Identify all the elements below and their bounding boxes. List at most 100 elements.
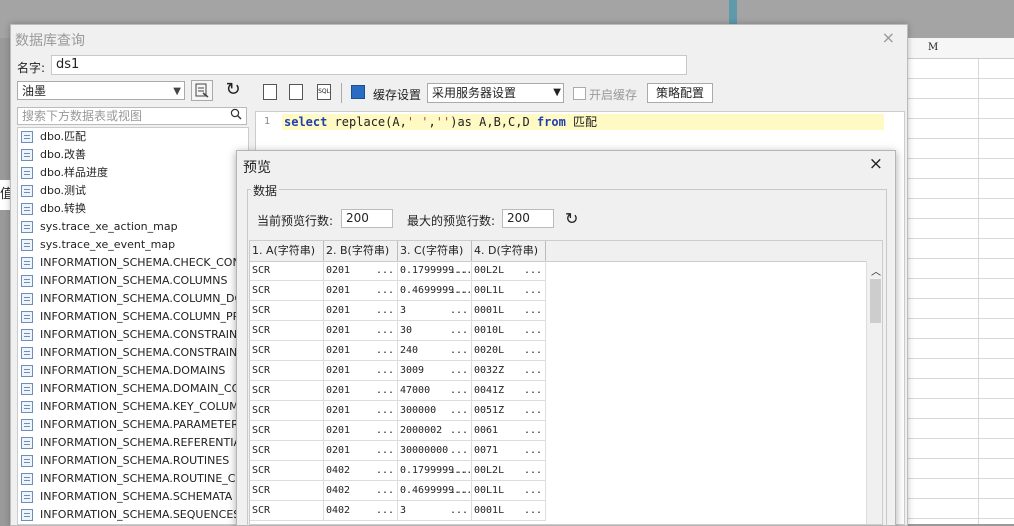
grid-cell[interactable]: 0402... — [324, 461, 398, 481]
grid-cell[interactable]: 0071... — [472, 441, 546, 461]
grid-cell[interactable]: 3... — [398, 501, 472, 521]
table-list-item[interactable]: INFORMATION_SCHEMA.COLUMN_DOMAIN_USAGE — [18, 290, 248, 308]
grid-cell[interactable]: 0201... — [324, 281, 398, 301]
table-search-input[interactable]: 搜索下方数据表或视图 — [17, 107, 247, 125]
table-row[interactable]: SCR 0402... 0.1799999...... 00L2L... — [250, 461, 550, 481]
grid-cell[interactable]: SCR — [250, 501, 324, 521]
grid-cell[interactable]: 00L2L... — [472, 261, 546, 281]
grid-column-header[interactable]: 2. B(字符串) — [324, 241, 398, 261]
table-list-item[interactable]: dbo.测试 — [18, 182, 248, 200]
grid-cell[interactable]: SCR — [250, 301, 324, 321]
grid-cell[interactable]: 0001L... — [472, 501, 546, 521]
table-list-item[interactable]: INFORMATION_SCHEMA.ROUTINE_COLUMNS — [18, 470, 248, 488]
grid-cell[interactable]: 0041Z... — [472, 381, 546, 401]
grid-cell[interactable]: SCR — [250, 261, 324, 281]
table-list-item[interactable]: INFORMATION_SCHEMA.COLUMNS — [18, 272, 248, 290]
table-filter-button[interactable] — [191, 80, 213, 101]
table-list-item[interactable]: sys.trace_xe_event_map — [18, 236, 248, 254]
grid-cell[interactable]: 3009... — [398, 361, 472, 381]
chevron-up-icon[interactable]: ︿ — [871, 263, 881, 278]
grid-cell[interactable]: SCR — [250, 421, 324, 441]
database-select[interactable]: 油墨 ▼ — [17, 81, 185, 100]
table-list-item[interactable]: INFORMATION_SCHEMA.CONSTRAINT_TABLE_USAG… — [18, 344, 248, 362]
grid-cell[interactable]: 0032Z... — [472, 361, 546, 381]
grid-cell[interactable]: 0201... — [324, 441, 398, 461]
table-row[interactable]: SCR 0201... 300000... 0051Z... — [250, 401, 550, 421]
vertical-scrollbar[interactable]: ︿ — [866, 261, 882, 524]
grid-cell[interactable]: 47000... — [398, 381, 472, 401]
table-list-item[interactable]: dbo.匹配 — [18, 128, 248, 146]
close-icon[interactable]: × — [882, 28, 895, 47]
close-icon[interactable]: × — [869, 154, 883, 174]
sql-icon[interactable]: SQL — [317, 84, 331, 100]
table-list-item[interactable]: INFORMATION_SCHEMA.REFERENTIAL_CONSTRAIN… — [18, 434, 248, 452]
grid-cell[interactable]: 2000002... — [398, 421, 472, 441]
grid-cell[interactable]: 0201... — [324, 321, 398, 341]
grid-cell[interactable]: 0201... — [324, 361, 398, 381]
grid-column-header[interactable]: 1. A(字符串) — [250, 241, 324, 261]
grid-cell[interactable]: 0402... — [324, 501, 398, 521]
grid-cell[interactable]: SCR — [250, 401, 324, 421]
current-rows-input[interactable]: 200 — [341, 209, 393, 228]
grid-cell[interactable]: 0.4699999...... — [398, 481, 472, 501]
grid-cell[interactable]: 0402... — [324, 481, 398, 501]
table-list-item[interactable]: dbo.样品进度 — [18, 164, 248, 182]
table-row[interactable]: SCR 0201... 3... 0001L... — [250, 301, 550, 321]
grid-cell[interactable]: SCR — [250, 461, 324, 481]
grid-column-header[interactable]: 4. D(字符串) — [472, 241, 546, 261]
grid-cell[interactable]: SCR — [250, 441, 324, 461]
grid-column-header[interactable]: 3. C(字符串) — [398, 241, 472, 261]
grid-cell[interactable]: 0201... — [324, 401, 398, 421]
table-row[interactable]: SCR 0201... 3009... 0032Z... — [250, 361, 550, 381]
grid-cell[interactable]: SCR — [250, 361, 324, 381]
table-row[interactable]: SCR 0201... 47000... 0041Z... — [250, 381, 550, 401]
grid-cell[interactable]: 0201... — [324, 341, 398, 361]
grid-cell[interactable]: 0201... — [324, 261, 398, 281]
table-row[interactable]: SCR 0402... 0.4699999...... 00L1L... — [250, 481, 550, 501]
table-row[interactable]: SCR 0201... 0.1799999...... 00L2L... — [250, 261, 550, 281]
grid-cell[interactable]: 0051Z... — [472, 401, 546, 421]
grid-cell[interactable]: SCR — [250, 381, 324, 401]
grid-cell[interactable]: 0.1799999...... — [398, 461, 472, 481]
max-rows-input[interactable]: 200 — [502, 209, 554, 228]
table-list-item[interactable]: INFORMATION_SCHEMA.CHECK_CONSTRAINTS — [18, 254, 248, 272]
grid-cell[interactable]: SCR — [250, 341, 324, 361]
grid-cell[interactable]: 00L2L... — [472, 461, 546, 481]
grid-cell[interactable]: 0.4699999...... — [398, 281, 472, 301]
grid-cell[interactable]: 0201... — [324, 421, 398, 441]
table-list-item[interactable]: INFORMATION_SCHEMA.COLUMN_PRIVILEGES — [18, 308, 248, 326]
table-list-item[interactable]: INFORMATION_SCHEMA.ROUTINES — [18, 452, 248, 470]
save-icon[interactable] — [289, 84, 303, 100]
table-list-item[interactable]: dbo.转换 — [18, 200, 248, 218]
table-list-item[interactable]: dbo.改善 — [18, 146, 248, 164]
table-row[interactable]: SCR 0201... 30... 0010L... — [250, 321, 550, 341]
grid-cell[interactable]: 0001L... — [472, 301, 546, 321]
grid-cell[interactable]: SCR — [250, 281, 324, 301]
name-input[interactable]: ds1 — [51, 55, 687, 75]
sheet-column-header-m[interactable]: M — [928, 42, 938, 53]
enable-cache-checkbox[interactable] — [573, 87, 586, 100]
search-icon[interactable] — [230, 108, 242, 120]
table-list-item[interactable]: INFORMATION_SCHEMA.PARAMETERS — [18, 416, 248, 434]
grid-cell[interactable]: 240... — [398, 341, 472, 361]
grid-cell[interactable]: 0020L... — [472, 341, 546, 361]
sql-line[interactable]: select replace(A,' ','')as A,B,C,D from … — [282, 114, 884, 130]
table-list-item[interactable]: INFORMATION_SCHEMA.DOMAIN_CONSTRAINTS — [18, 380, 248, 398]
table-list-item[interactable]: sys.trace_xe_action_map — [18, 218, 248, 236]
grid-cell[interactable]: 0010L... — [472, 321, 546, 341]
grid-cell[interactable]: 00L1L... — [472, 481, 546, 501]
table-list-item[interactable]: INFORMATION_SCHEMA.CONSTRAINT_COLUMN_USA… — [18, 326, 248, 344]
table-list-item[interactable]: INFORMATION_SCHEMA.SEQUENCES — [18, 506, 248, 524]
cache-settings-select[interactable]: 采用服务器设置 ▼ — [427, 83, 564, 103]
grid-cell[interactable]: SCR — [250, 481, 324, 501]
grid-cell[interactable]: 00L1L... — [472, 281, 546, 301]
grid-cell[interactable]: 0.1799999...... — [398, 261, 472, 281]
table-list-item[interactable]: INFORMATION_SCHEMA.SCHEMATA — [18, 488, 248, 506]
preview-data-grid[interactable]: 1. A(字符串) 2. B(字符串) 3. C(字符串) 4. D(字符串) SCR… — [249, 240, 883, 525]
scrollbar-thumb[interactable] — [870, 279, 881, 323]
table-list-item[interactable]: INFORMATION_SCHEMA.DOMAINS — [18, 362, 248, 380]
strategy-config-button[interactable]: 策略配置 — [647, 83, 713, 103]
grid-cell[interactable]: 3... — [398, 301, 472, 321]
table-row[interactable]: SCR 0201... 240... 0020L... — [250, 341, 550, 361]
table-row[interactable]: SCR 0201... 30000000... 0071... — [250, 441, 550, 461]
